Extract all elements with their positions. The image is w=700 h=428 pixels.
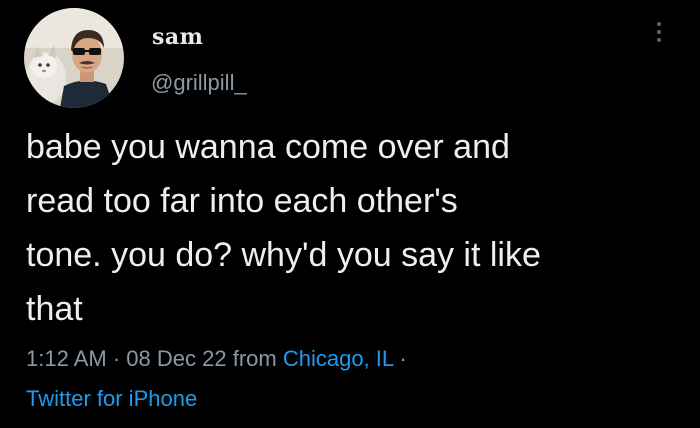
tweet-line: tone. you do? why'd you say it like bbox=[26, 236, 541, 274]
tweet-meta: 1:12 AM · 08 Dec 22 from Chicago, IL · bbox=[26, 342, 407, 376]
tweet-date[interactable]: 08 Dec 22 bbox=[126, 346, 226, 371]
tweet-line: babe you wanna come over and bbox=[26, 128, 510, 166]
location-link[interactable]: Chicago, IL bbox=[283, 346, 393, 371]
display-name[interactable]: sam bbox=[152, 24, 203, 50]
tweet-card: sam @grillpill_ babe you wanna come over… bbox=[0, 0, 700, 428]
more-vertical-icon[interactable] bbox=[650, 22, 668, 52]
source-link[interactable]: Twitter for iPhone bbox=[26, 384, 197, 414]
tweet-line: read too far into each other's bbox=[26, 182, 458, 220]
from-label: from bbox=[232, 346, 277, 371]
tweet-time[interactable]: 1:12 AM bbox=[26, 346, 107, 371]
separator: · bbox=[112, 346, 121, 371]
dot bbox=[657, 22, 661, 26]
dot bbox=[657, 38, 661, 42]
tweet-text: babe you wanna come over and read too fa… bbox=[26, 120, 676, 336]
tweet-line: that bbox=[26, 290, 83, 328]
separator: · bbox=[399, 346, 407, 371]
avatar-image bbox=[24, 8, 124, 108]
user-handle[interactable]: @grillpill_ bbox=[151, 70, 247, 96]
dot bbox=[657, 30, 661, 34]
avatar[interactable] bbox=[24, 8, 124, 108]
